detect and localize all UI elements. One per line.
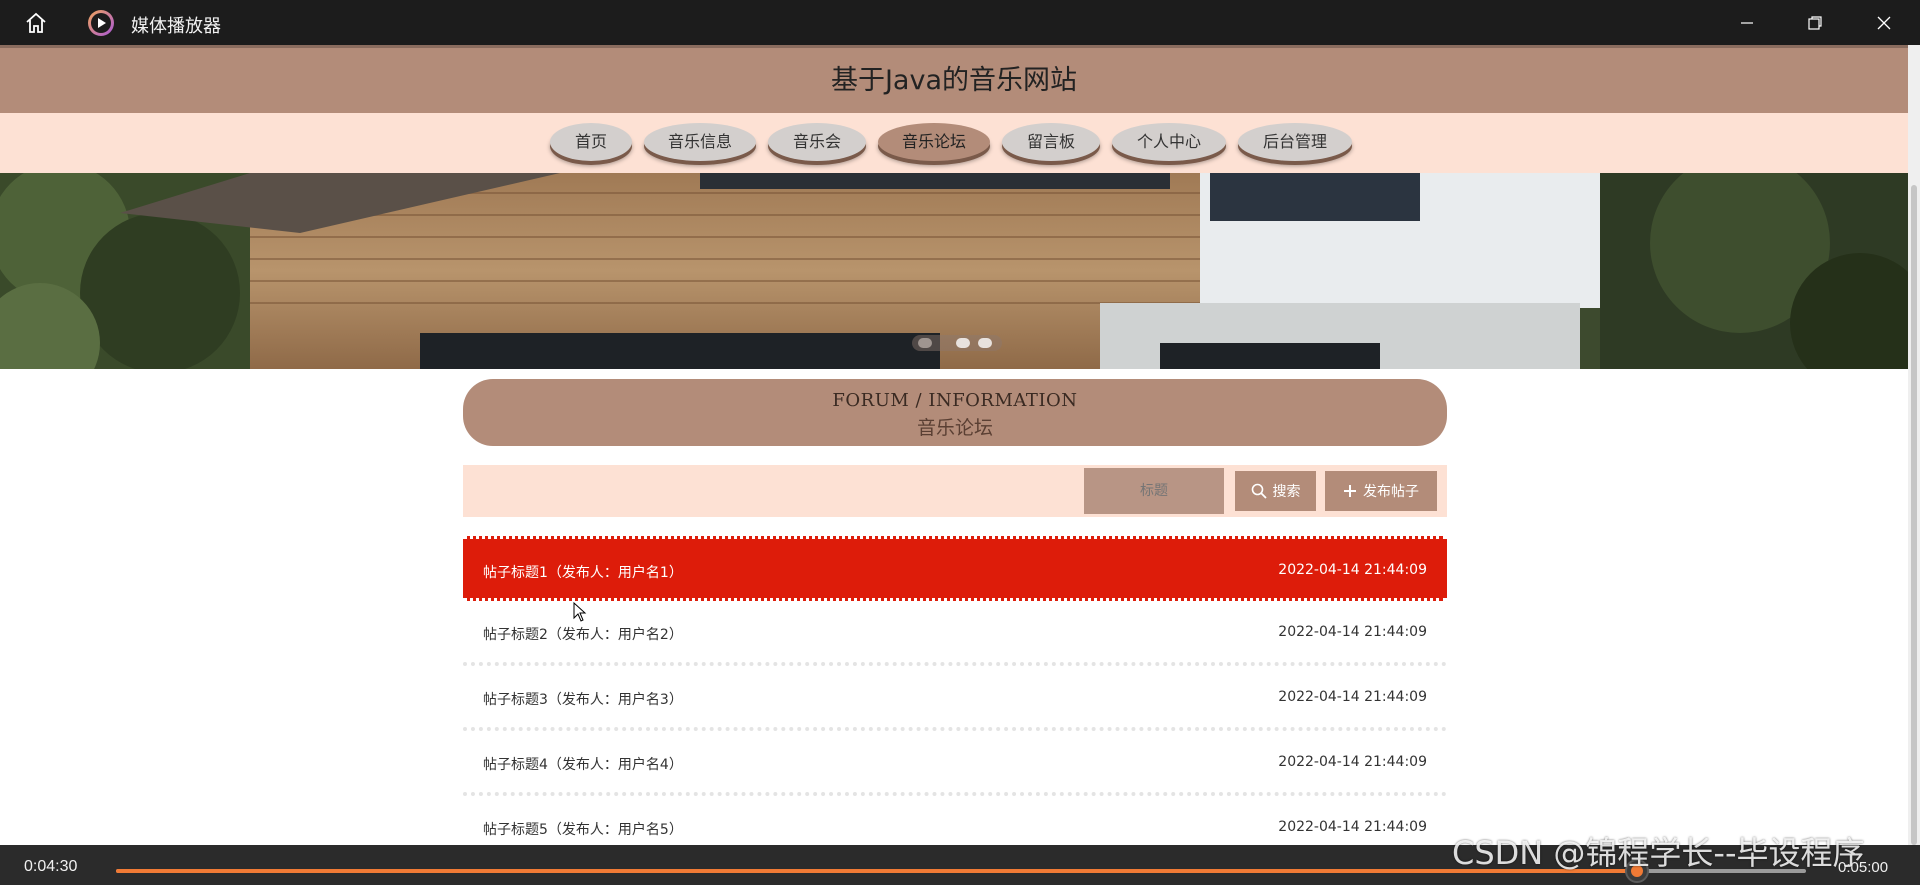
post-title[interactable]: 帖子标题2（发布人：用户名2）: [483, 624, 683, 644]
forum-post-list: 帖子标题1（发布人：用户名1） 2022-04-14 21:44:09 帖子标题…: [463, 536, 1447, 845]
nav-item-music-info[interactable]: 音乐信息: [644, 123, 756, 161]
post-title[interactable]: 帖子标题1（发布人：用户名1）: [483, 562, 683, 582]
website-frame: 基于Java的音乐网站 首页 音乐信息 音乐会 音乐论坛 留言板 个人中心 后台…: [0, 45, 1908, 845]
mouse-cursor-icon: [573, 602, 587, 622]
heading-chinese: 音乐论坛: [916, 417, 993, 439]
close-button[interactable]: [1850, 0, 1918, 45]
post-time: 2022-04-14 21:44:09: [1278, 689, 1427, 705]
post-time: 2022-04-14 21:44:09: [1278, 562, 1427, 578]
carousel-dot-2[interactable]: [956, 338, 970, 348]
post-row[interactable]: 帖子标题2（发布人：用户名2） 2022-04-14 21:44:09: [463, 601, 1447, 666]
carousel-dot-3[interactable]: [978, 338, 992, 348]
post-title[interactable]: 帖子标题4（发布人：用户名4）: [483, 754, 683, 774]
carousel-dot-1[interactable]: [918, 338, 932, 348]
post-time: 2022-04-14 21:44:09: [1278, 819, 1427, 835]
search-button[interactable]: 搜索: [1235, 471, 1316, 511]
post-row[interactable]: 帖子标题3（发布人：用户名3） 2022-04-14 21:44:09: [463, 666, 1447, 731]
post-title[interactable]: 帖子标题3（发布人：用户名3）: [483, 689, 683, 709]
title-search-input[interactable]: [1084, 468, 1224, 514]
nav-item-concert[interactable]: 音乐会: [768, 123, 866, 161]
current-time: 0:04:30: [24, 858, 78, 875]
plus-icon: [1344, 485, 1356, 497]
watermark-text: CSDN @锦程学长--毕设程序: [1452, 834, 1865, 872]
nav-item-admin[interactable]: 后台管理: [1238, 123, 1352, 161]
post-time: 2022-04-14 21:44:09: [1278, 624, 1427, 640]
forum-section-heading: FORUM / INFORMATION 音乐论坛: [463, 379, 1447, 446]
post-row[interactable]: 帖子标题1（发布人：用户名1） 2022-04-14 21:44:09: [463, 536, 1447, 601]
restore-button[interactable]: [1781, 0, 1849, 45]
forum-search-bar: 搜索 发布帖子: [463, 465, 1447, 517]
nav-item-music-forum[interactable]: 音乐论坛: [878, 123, 990, 161]
post-title[interactable]: 帖子标题5（发布人：用户名5）: [483, 819, 683, 839]
banner-carousel[interactable]: [0, 173, 1908, 369]
minimize-button[interactable]: [1713, 0, 1781, 45]
nav-item-personal-center[interactable]: 个人中心: [1112, 123, 1226, 161]
new-post-button[interactable]: 发布帖子: [1325, 471, 1437, 511]
player-title-bar: 媒体播放器: [0, 0, 1920, 45]
new-post-button-label: 发布帖子: [1363, 484, 1419, 500]
home-icon[interactable]: [20, 9, 52, 37]
post-row[interactable]: 帖子标题4（发布人：用户名4） 2022-04-14 21:44:09: [463, 731, 1447, 796]
site-header: 基于Java的音乐网站: [0, 45, 1908, 113]
site-title: 基于Java的音乐网站: [830, 65, 1078, 96]
page-scrollbar[interactable]: [1908, 45, 1920, 845]
post-row[interactable]: 帖子标题5（发布人：用户名5） 2022-04-14 21:44:09: [463, 796, 1447, 845]
carousel-indicator: [912, 335, 1002, 351]
main-navigation: 首页 音乐信息 音乐会 音乐论坛 留言板 个人中心 后台管理: [0, 113, 1908, 173]
heading-english: FORUM / INFORMATION: [832, 390, 1078, 411]
search-icon: [1251, 483, 1267, 499]
seek-bar-progress: [116, 869, 1637, 873]
scrollbar-thumb[interactable]: [1911, 185, 1917, 845]
search-button-label: 搜索: [1272, 484, 1301, 500]
post-time: 2022-04-14 21:44:09: [1278, 754, 1427, 770]
media-player-app-icon: [87, 9, 115, 37]
player-window-title: 媒体播放器: [131, 16, 221, 37]
nav-item-home[interactable]: 首页: [550, 123, 632, 161]
nav-item-message-board[interactable]: 留言板: [1002, 123, 1100, 161]
